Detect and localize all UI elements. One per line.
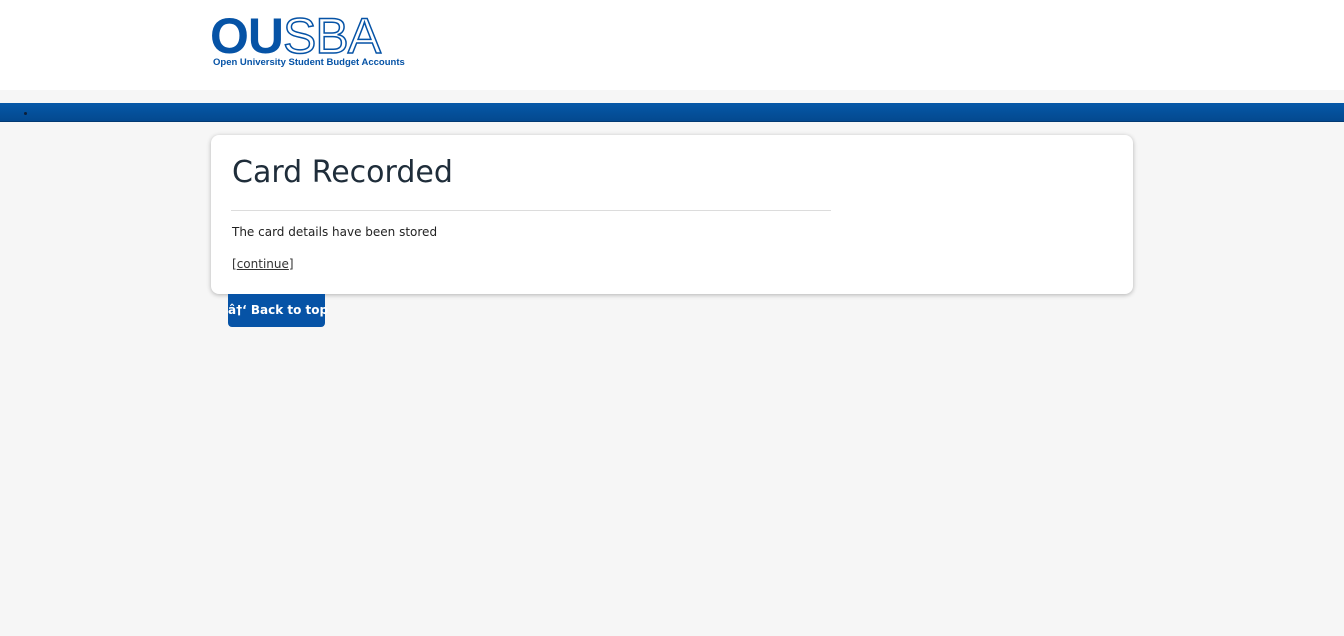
link-close-bracket: ] [288,257,294,271]
page-title: Card Recorded [232,155,453,190]
back-to-top-button[interactable]: â†‘ Back to top [228,294,328,327]
logo-tagline: Open University Student Budget Accounts [213,57,405,68]
ousba-logo[interactable]: OUSBA Open University Student Budget Acc… [210,8,410,72]
continue-link[interactable]: continue [237,257,289,271]
logo-wordmark-outline: SBA [282,8,382,64]
title-divider [231,210,831,211]
logo-wordmark-solid: OU [210,8,284,64]
continue-link-wrapper: [continue] [232,257,294,271]
status-card: Card Recorded The card details have been… [211,135,1133,294]
main-navbar [0,103,1344,122]
site-header: OUSBA Open University Student Budget Acc… [0,0,1344,90]
nav-bullet-icon [24,112,27,115]
logo-wordmark: OUSBA [210,8,382,64]
status-message: The card details have been stored [232,225,438,239]
